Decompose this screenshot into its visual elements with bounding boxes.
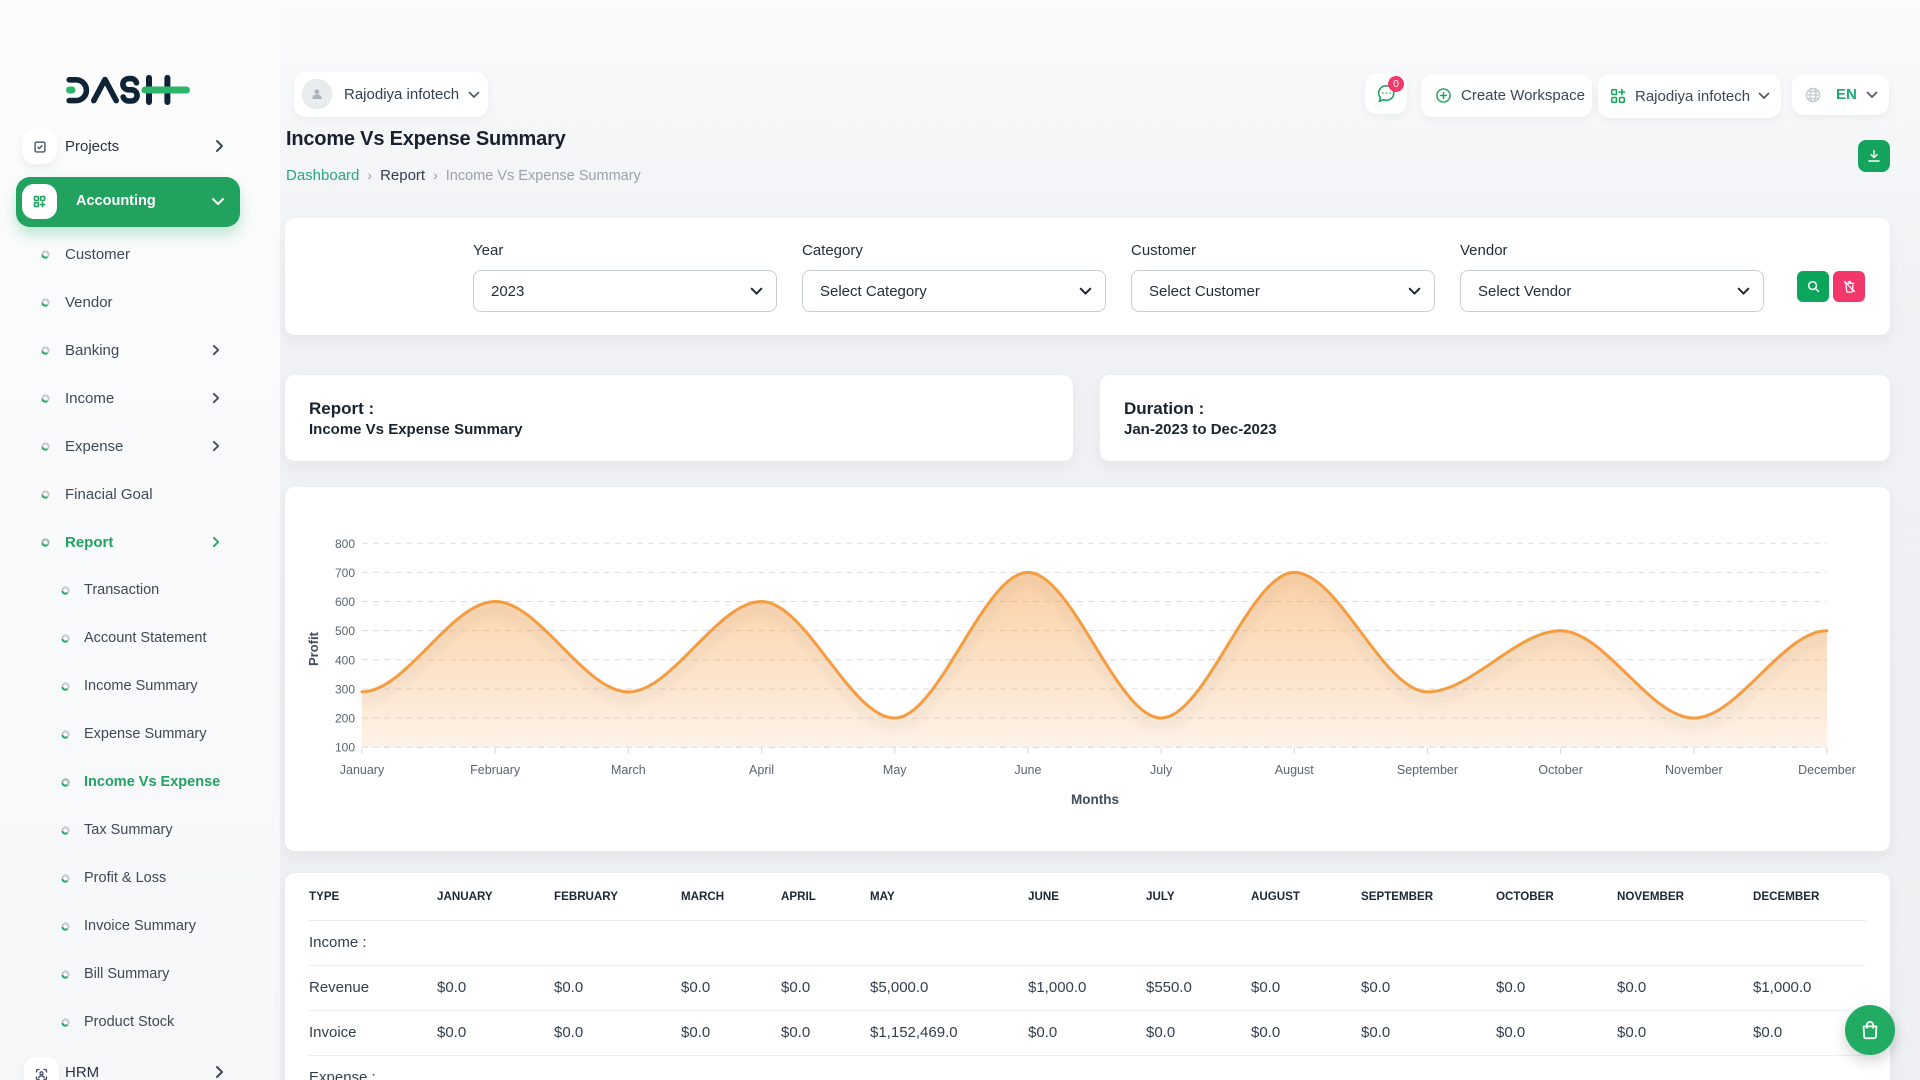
svg-text:August: August [1275,763,1314,777]
svg-text:March: March [611,763,646,777]
svg-text:800: 800 [335,537,355,551]
svg-text:500: 500 [335,624,355,638]
svg-text:200: 200 [335,712,355,726]
svg-text:600: 600 [335,595,355,609]
svg-text:Months: Months [1071,792,1119,807]
svg-text:January: January [340,763,385,777]
svg-text:700: 700 [335,566,355,580]
svg-text:February: February [470,763,521,777]
svg-text:July: July [1150,763,1173,777]
svg-text:300: 300 [335,683,355,697]
svg-text:April: April [749,763,774,777]
svg-text:November: November [1665,763,1723,777]
svg-text:100: 100 [335,741,355,755]
svg-text:400: 400 [335,654,355,668]
svg-text:Profit: Profit [306,631,321,666]
svg-text:June: June [1014,763,1041,777]
svg-text:May: May [883,763,907,777]
svg-text:December: December [1798,763,1856,777]
svg-text:October: October [1538,763,1582,777]
svg-text:September: September [1397,763,1458,777]
